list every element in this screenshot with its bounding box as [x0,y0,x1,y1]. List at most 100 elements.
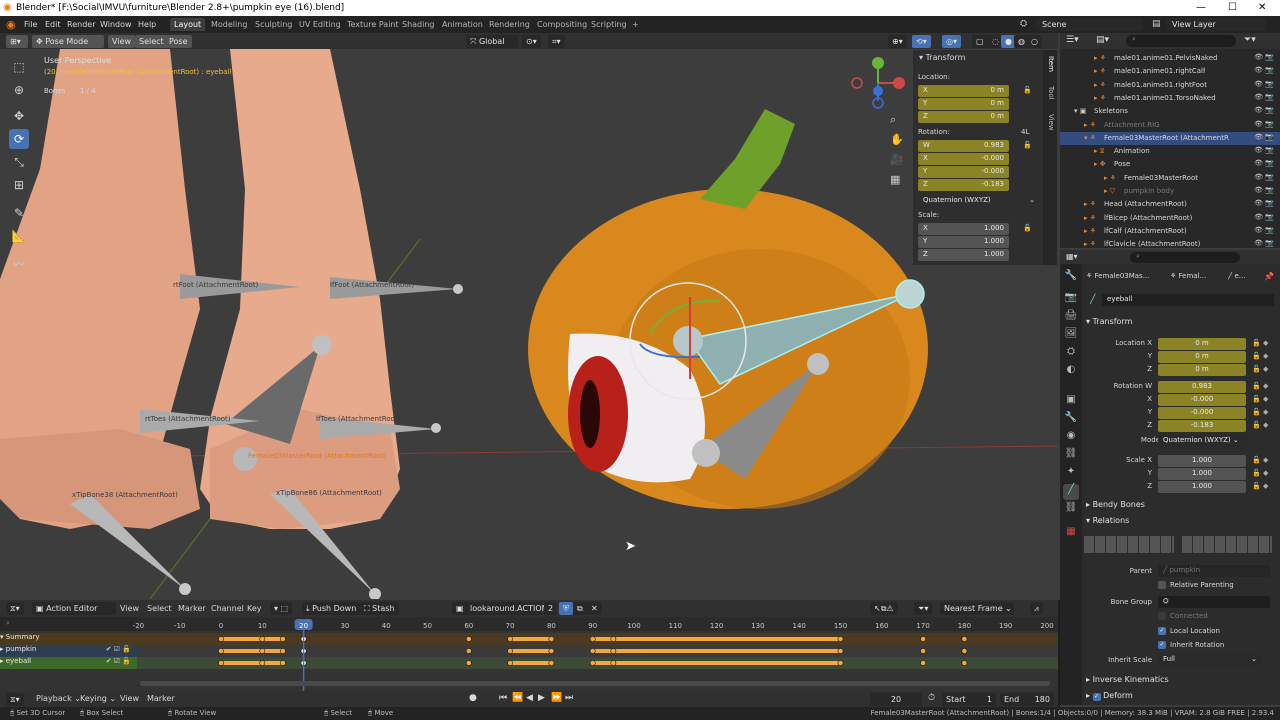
bendy-bones-section-header[interactable]: ▸ Bendy Bones [1086,500,1145,509]
keyframe[interactable] [837,636,844,642]
dope-channel-menu[interactable]: Channel [211,604,244,613]
orientation-selector[interactable]: ⤧ Global [466,35,518,48]
timeline-view-menu[interactable]: View [120,694,139,703]
action-name-field[interactable]: lookaround.ACTION [466,602,548,615]
relations-section-header[interactable]: ▾ Relations [1086,516,1129,525]
annotate-tool[interactable]: ✎ [9,203,29,223]
tool-tab-icon[interactable]: 🔧 [1063,270,1079,286]
inherit-rotation-checkbox[interactable]: ✓ [1158,641,1166,649]
prop-rotation-field[interactable]: -0.183 [1158,420,1246,432]
constraints-tab-icon[interactable]: ⛓ [1063,448,1079,464]
keyframe[interactable] [465,660,472,666]
camera-icon[interactable]: 🎥 [890,153,904,166]
layers-grid-left[interactable] [1084,536,1174,553]
keyframe[interactable] [259,648,266,654]
tab-view[interactable]: View [1047,114,1055,131]
keyframe[interactable] [610,636,617,642]
keyframe[interactable] [589,648,596,654]
keyframe[interactable] [218,636,224,642]
npanel-scale-y[interactable]: Y 1.000 [918,236,1009,248]
lock-icon[interactable]: 🔓 ◆ [1252,456,1268,464]
keyframe[interactable] [259,660,266,666]
outliner-row[interactable]: ▸ ▽ pumpkin body 👁 📷 [1060,185,1280,198]
lock-icon[interactable]: 🔓 [1023,141,1032,149]
bone-name-field[interactable]: eyeball [1102,294,1274,306]
parent-field[interactable]: ╱ pumpkin [1158,565,1270,577]
keyframe[interactable] [465,636,472,642]
visibility-eye-icon[interactable]: 👁 📷 [1254,239,1274,247]
keyframe[interactable] [280,648,286,654]
show-gizmo-button[interactable]: ⟲▾ [912,35,931,48]
add-workspace-button[interactable]: + [628,18,643,31]
3d-viewport[interactable]: User Perspective (20) Female03MasterRoot… [0,49,1058,599]
lock-icon[interactable]: 🔓 [1023,86,1032,94]
lock-icon[interactable]: 🔓 ◆ [1252,482,1268,490]
keyframe[interactable] [218,660,224,666]
push-down-button[interactable]: ⤓ Push Down [302,602,361,615]
new-action-icon[interactable]: ⧉ [573,602,587,615]
pivot-selector[interactable]: ⊙▾ [522,35,541,48]
outliner-search-input[interactable]: ⌕ [1126,35,1236,47]
proportional-icon[interactable]: ⩘ [1030,602,1043,615]
modifiers-tab-icon[interactable]: 🔧 [1063,412,1079,428]
properties-search-input[interactable]: ⌕ [1130,252,1240,263]
visibility-eye-icon[interactable]: 👁 📷 [1254,106,1274,114]
ortho-grid-icon[interactable]: ▦ [890,173,900,186]
keyframe[interactable] [837,648,844,654]
scene-tab-icon[interactable]: ⛭ [1063,346,1079,362]
transform-tool[interactable]: ⊞ [9,175,29,195]
playback-menu[interactable]: Playback ⌄ [36,694,81,703]
gizmo-visibility-button[interactable]: ⊕▾ [888,35,907,48]
menu-render[interactable]: Render [67,20,95,29]
deform-checkbox[interactable]: ✓ [1092,693,1101,701]
lock-icon[interactable]: 🔓 ◆ [1252,382,1268,390]
transform-section-header[interactable]: ▾ Transform [1086,317,1132,326]
zoom-icon[interactable]: ⌕ [890,113,896,127]
outliner-row[interactable]: ▾ ⚘ Female03MasterRoot (AttachmentR 👁 📷 [1060,131,1280,145]
menu-help[interactable]: Help [138,20,156,29]
action-users-count[interactable]: 2 [544,602,558,615]
keyframe[interactable] [961,636,968,642]
npanel-rotation-w[interactable]: W 0.983 [918,140,1009,152]
npanel-location-z[interactable]: Z0 m [918,111,1009,123]
outliner-row[interactable]: ▸ ⧖ Animation 👁 📷 [1060,145,1280,158]
keyframe[interactable] [218,648,224,654]
only-selected-icon[interactable]: ↖⧉⚠ [870,602,898,615]
close-button[interactable]: ✕ [1258,2,1266,13]
tab-item[interactable]: Item [1047,56,1055,72]
npanel-scale-z[interactable]: Z 1.000 [918,249,1009,261]
keyframe[interactable] [589,660,596,666]
visibility-eye-icon[interactable]: 👁 📷 [1254,53,1274,61]
scale-tool[interactable]: ⤡ [9,152,29,172]
prop-location-field[interactable]: 0 m [1158,364,1246,376]
outliner-row[interactable]: ▸ ⚘ male01.anime01.PelvisNaked 👁 📷 [1060,52,1280,65]
current-frame-field[interactable]: 20 [870,693,922,706]
render-tab-icon[interactable]: 📷 [1063,292,1079,308]
npanel-rotation-mode[interactable]: Quaternion (WXYZ) ⌄ [918,195,1040,207]
scene-icon[interactable]: ⛭ [1020,19,1027,29]
prop-location-field[interactable]: 0 m [1158,338,1246,350]
keyframe[interactable] [507,648,513,654]
editor-mode-selector[interactable]: ▣ Action Editor [32,602,116,615]
filter-icon[interactable]: ⏷▾ [914,602,933,615]
properties-editor-icon[interactable]: ▦▾ [1066,252,1078,261]
overlays-button[interactable]: ◎▾ [942,35,961,48]
tab-shading[interactable]: Shading [398,18,439,31]
pin-icon[interactable]: 📌 [1264,272,1274,281]
end-frame-field[interactable]: End 180 [1000,693,1054,706]
visibility-eye-icon[interactable]: 👁 📷 [1254,93,1274,101]
rendered-shading-button[interactable]: ○ [1027,35,1042,48]
keyframe-area[interactable]: -20 -10 0 10 20 30 40 50 60 70 80 90 100 110 120 130 140… [0,617,1058,691]
snap-toggle[interactable]: ⌗▾ [548,35,565,48]
bone-constraints-tab-icon[interactable]: ⛓ [1063,502,1079,518]
rotation-mode-dropdown[interactable]: Quaternion (WXYZ) ⌄ [1158,435,1248,447]
tab-tool[interactable]: Tool [1047,86,1055,100]
measure-tool[interactable]: 📐 [9,226,29,246]
deform-section-header[interactable]: ▸ ✓ Deform [1086,691,1133,701]
object-tab-icon[interactable]: ▣ [1063,394,1079,410]
npanel-location-x[interactable]: X0 m [918,85,1009,97]
layers-grid-right[interactable] [1182,536,1272,553]
action-editor[interactable]: ⌕ ▾ Summary ▸ pumpkin ✔ ☑ 🔓 ▸ eyeball ✔ ☑ … [0,617,1058,691]
visibility-eye-icon[interactable]: 👁 📷 [1254,66,1274,74]
mode-selector[interactable]: ✥ Pose Mode [32,35,104,48]
